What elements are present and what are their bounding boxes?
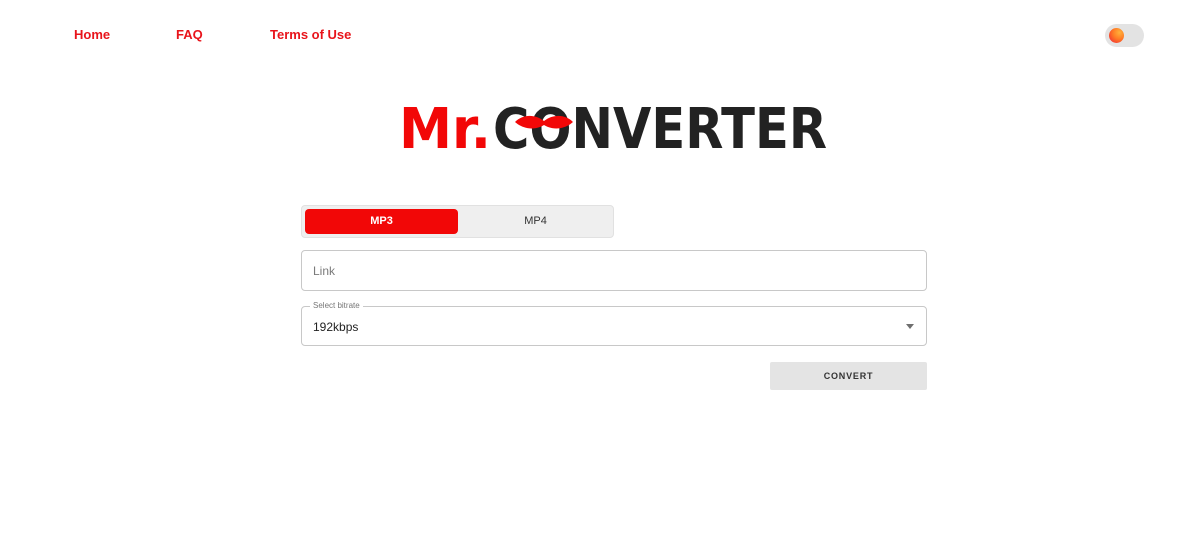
convert-button[interactable]: CONVERT [770,362,927,390]
link-input[interactable] [301,250,927,291]
chevron-down-icon [906,324,914,329]
bitrate-select[interactable]: Select bitrate 192kbps [301,301,927,346]
theme-toggle[interactable] [1105,24,1144,47]
top-nav: Home FAQ Terms of Use [0,27,1200,45]
bitrate-select-label: Select bitrate [310,301,363,311]
nav-terms-link[interactable]: Terms of Use [270,27,351,43]
page: Home FAQ Terms of Use Mr. CONVERTER MP3 … [0,0,1200,549]
nav-home-link[interactable]: Home [74,27,110,43]
sun-icon [1109,28,1124,43]
logo-wordmark: Mr. CONVERTER [399,97,827,162]
format-tabs: MP3 MP4 [301,205,614,238]
nav-faq-link[interactable]: FAQ [176,27,203,43]
tab-mp3[interactable]: MP3 [305,209,458,234]
bitrate-select-value: 192kbps [313,320,359,334]
logo: Mr. CONVERTER [399,88,829,162]
tab-mp4[interactable]: MP4 [459,209,612,234]
logo-prefix: Mr. [399,97,491,152]
